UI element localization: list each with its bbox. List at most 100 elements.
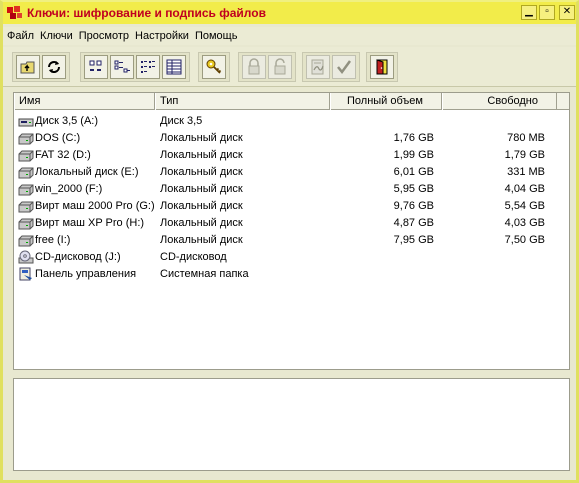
table-row[interactable]: free (I:) Локальный диск 7,95 GB 7,50 GB — [14, 231, 569, 248]
toolbar-group-keys — [198, 52, 230, 82]
cell-type: Локальный диск — [160, 165, 243, 178]
lock-icon — [248, 58, 260, 75]
menu-settings[interactable]: Настройки — [135, 30, 189, 42]
cell-free-space: 1,79 GB — [504, 148, 545, 161]
cell-name: Локальный диск (E:) — [14, 165, 157, 179]
close-button[interactable]: ✕ — [559, 5, 575, 20]
drive-name: Вирт маш 2000 Pro (G:) — [35, 199, 155, 212]
hard-drive-icon — [18, 167, 34, 178]
floppy-drive-icon — [18, 118, 34, 126]
details-pane[interactable] — [13, 378, 570, 471]
table-row[interactable]: CD-дисковод (J:) CD-дисковод — [14, 248, 569, 265]
cell-total-size: 4,87 GB — [393, 216, 434, 229]
close-icon: ✕ — [562, 6, 572, 17]
cell-name: DOS (C:) — [14, 131, 157, 145]
hard-drive-icon — [18, 201, 34, 212]
decrypt-button[interactable] — [268, 55, 292, 79]
cell-free-space: 4,03 GB — [504, 216, 545, 229]
drive-list[interactable]: Имя Тип Полный объем Свободно Диск 3,5 (… — [13, 92, 570, 370]
small-icons-view-icon — [114, 60, 130, 73]
cell-name: Вирт маш 2000 Pro (G:) — [14, 199, 157, 213]
table-row[interactable]: FAT 32 (D:) Локальный диск 1,99 GB 1,79 GB — [14, 146, 569, 163]
large-icons-view-button[interactable] — [84, 55, 108, 79]
cell-name: free (I:) — [14, 233, 157, 247]
list-view-icon — [141, 61, 155, 73]
window-title: Ключи: шифрование и подпись файлов — [27, 6, 266, 20]
exit-door-icon — [376, 59, 388, 75]
cell-free-space: 5,54 GB — [504, 199, 545, 212]
folder-up-button[interactable] — [16, 55, 40, 79]
drive-name: Диск 3,5 (A:) — [35, 114, 99, 127]
cell-type: Локальный диск — [160, 182, 243, 195]
details-view-button[interactable] — [162, 55, 186, 79]
sign-button[interactable] — [306, 55, 330, 79]
hard-drive-icon — [18, 133, 34, 144]
cell-free-space: 7,50 GB — [504, 233, 545, 246]
column-total-size[interactable]: Полный объем — [330, 93, 442, 110]
toolbar-group-exit — [366, 52, 398, 82]
table-row[interactable]: Вирт маш XP Pro (H:) Локальный диск 4,87 G… — [14, 214, 569, 231]
list-view-button[interactable] — [136, 55, 160, 79]
drive-name: free (I:) — [35, 233, 71, 246]
menu-file[interactable]: Файл — [7, 30, 34, 42]
menu-bar: Файл Ключи Просмотр Настройки Помощь — [3, 27, 576, 45]
drive-name: DOS (C:) — [35, 131, 81, 144]
drive-name: Панель управления — [35, 267, 137, 280]
hard-drive-icon — [18, 184, 34, 195]
title-bar[interactable]: Ключи: шифрование и подпись файлов ▁ ▫ ✕ — [3, 2, 576, 24]
cell-type: Локальный диск — [160, 216, 243, 229]
column-free-space[interactable]: Свободно — [442, 93, 557, 110]
drive-name: CD-дисковод (J:) — [35, 250, 121, 263]
minimize-button[interactable]: ▁ — [521, 5, 537, 20]
toolbar-group-navigation — [12, 52, 70, 82]
cell-name: win_2000 (F:) — [14, 182, 157, 196]
maximize-icon: ▫ — [545, 6, 549, 17]
cell-free-space: 4,04 GB — [504, 182, 545, 195]
table-row[interactable]: DOS (C:) Локальный диск 1,76 GB 780 MB — [14, 129, 569, 146]
table-row[interactable]: Панель управления Системная папка — [14, 265, 569, 282]
refresh-button[interactable] — [42, 55, 66, 79]
column-type[interactable]: Тип — [155, 93, 330, 110]
hard-drive-icon — [18, 150, 34, 161]
cell-total-size: 1,76 GB — [393, 131, 434, 144]
cell-total-size: 7,95 GB — [393, 233, 434, 246]
cell-type: CD-дисковод — [160, 250, 227, 263]
menu-help[interactable]: Помощь — [195, 30, 238, 42]
key-icon — [206, 59, 222, 74]
toolbar-group-views — [80, 52, 190, 82]
drive-name: Вирт маш XP Pro (H:) — [35, 216, 145, 229]
cell-free-space: 780 MB — [507, 131, 545, 144]
column-name[interactable]: Имя — [14, 93, 155, 110]
cell-type: Локальный диск — [160, 199, 243, 212]
app-keys-icon — [7, 6, 22, 19]
cell-name: CD-дисковод (J:) — [14, 250, 157, 264]
unlock-icon — [274, 58, 286, 75]
small-icons-view-button[interactable] — [110, 55, 134, 79]
table-row[interactable]: Локальный диск (E:) Локальный диск 6,01 GB… — [14, 163, 569, 180]
cell-total-size: 5,95 GB — [393, 182, 434, 195]
refresh-icon — [48, 61, 60, 73]
cell-total-size: 9,76 GB — [393, 199, 434, 212]
maximize-button[interactable]: ▫ — [539, 5, 555, 20]
folder-up-icon — [20, 61, 35, 74]
toolbar-group-encryption — [238, 52, 296, 82]
large-icons-view-icon — [89, 60, 102, 71]
cell-total-size: 1,99 GB — [393, 148, 434, 161]
app-window: Ключи: шифрование и подпись файлов ▁ ▫ ✕… — [0, 0, 579, 483]
cell-name: Вирт маш XP Pro (H:) — [14, 216, 157, 230]
encrypt-button[interactable] — [242, 55, 266, 79]
verify-button[interactable] — [332, 55, 356, 79]
list-header: Имя Тип Полный объем Свободно — [14, 93, 569, 110]
details-view-icon — [166, 59, 182, 75]
cell-total-size: 6,01 GB — [393, 165, 434, 178]
key-button[interactable] — [202, 55, 226, 79]
menu-keys[interactable]: Ключи — [40, 30, 73, 42]
control-panel-icon — [19, 267, 32, 280]
menu-view[interactable]: Просмотр — [79, 30, 129, 42]
exit-button[interactable] — [370, 55, 394, 79]
table-row[interactable]: Диск 3,5 (A:) Диск 3,5 — [14, 112, 569, 129]
cell-type: Системная папка — [160, 267, 249, 280]
table-row[interactable]: win_2000 (F:) Локальный диск 5,95 GB 4,04 G… — [14, 180, 569, 197]
cell-type: Локальный диск — [160, 233, 243, 246]
table-row[interactable]: Вирт маш 2000 Pro (G:) Локальный диск 9,76… — [14, 197, 569, 214]
